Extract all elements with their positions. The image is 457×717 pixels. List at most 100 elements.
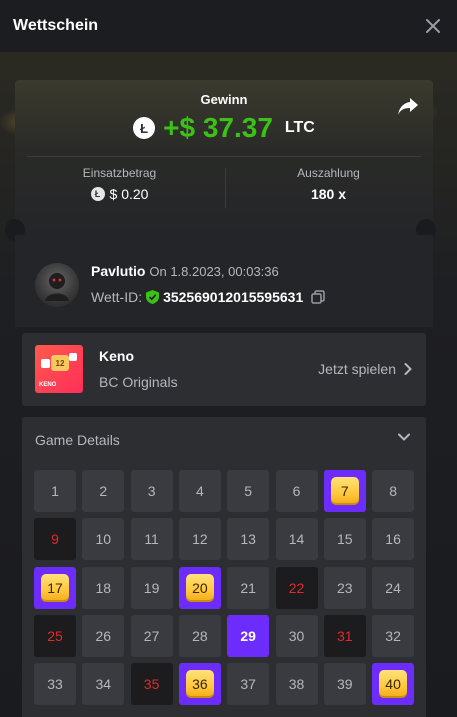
keno-cell-40: 40 (372, 663, 415, 706)
keno-cell-26: 26 (82, 614, 125, 657)
keno-cell-39: 39 (323, 663, 366, 706)
keno-cell-number: 24 (385, 579, 401, 596)
thumb-label: KENO (39, 382, 57, 388)
keno-cell-number: 22 (288, 579, 305, 596)
bet-datetime: On 1.8.2023, 00:03:36 (149, 264, 279, 279)
keno-cell-10: 10 (82, 518, 125, 561)
keno-cell-number: 20 (185, 573, 214, 602)
keno-cell-number: 6 (292, 483, 301, 499)
bet-id-line: Wett-ID: 352569012015595631 (91, 289, 325, 305)
win-summary-card: Gewinn Ł +$ 37.37 LTC Einsatzbetrag Ł $ … (15, 80, 433, 235)
keno-cell-14: 14 (275, 518, 318, 561)
keno-thumbnail: 12 KENO (35, 345, 83, 393)
stake-value-row: Ł $ 0.20 (15, 186, 224, 202)
keno-cell-31: 31 (323, 614, 366, 657)
chevron-down-icon[interactable] (396, 429, 412, 445)
keno-cell-36: 36 (178, 663, 221, 706)
keno-cell-number: 31 (337, 627, 353, 644)
avatar[interactable] (35, 263, 79, 307)
keno-cell-38: 38 (275, 663, 318, 706)
keno-cell-27: 27 (130, 614, 173, 657)
keno-cell-30: 30 (275, 614, 318, 657)
keno-cell-number: 21 (240, 579, 256, 596)
keno-cell-number: 34 (95, 676, 112, 693)
thumb-number: 12 (51, 355, 69, 371)
keno-cell-32: 32 (372, 614, 415, 657)
keno-cell-8: 8 (372, 470, 415, 512)
game-details-title: Game Details (35, 432, 120, 448)
keno-cell-number: 18 (95, 579, 112, 596)
keno-cell-number: 30 (288, 627, 305, 644)
keno-cell-23: 23 (323, 566, 366, 609)
keno-cell-35: 35 (130, 663, 173, 706)
keno-cell-6: 6 (275, 470, 318, 512)
win-row: Ł +$ 37.37 LTC (15, 112, 433, 144)
keno-cell-22: 22 (275, 566, 318, 609)
keno-cell-number: 10 (95, 531, 112, 548)
stake-block: Einsatzbetrag Ł $ 0.20 (15, 166, 224, 202)
keno-cell-number: 2 (99, 483, 108, 499)
game-provider: BC Originals (99, 374, 178, 390)
keno-cell-20: 20 (178, 566, 221, 609)
keno-cell-29: 29 (227, 614, 270, 657)
keno-cell-12: 12 (178, 518, 221, 561)
keno-cell-18: 18 (82, 566, 125, 609)
keno-cell-37: 37 (227, 663, 270, 706)
keno-cell-number: 25 (47, 627, 63, 644)
keno-cell-number: 23 (337, 579, 353, 596)
share-icon[interactable] (397, 96, 419, 116)
keno-cell-number: 29 (240, 627, 256, 644)
keno-cell-16: 16 (372, 518, 415, 561)
keno-cell-number: 16 (385, 531, 401, 548)
play-now-link[interactable]: Jetzt spielen (318, 361, 412, 377)
user-name[interactable]: Pavlutio (91, 263, 145, 279)
stake-value: $ 0.20 (109, 186, 149, 202)
keno-cell-7: 7 (323, 470, 366, 512)
keno-cell-number: 3 (147, 483, 156, 499)
keno-cell-1: 1 (34, 470, 76, 512)
keno-cell-33: 33 (34, 663, 76, 706)
game-details-panel: Game Details 1 2 3 4 5 6 7 8 9 10 11 12 13 14 15 16 17 18… (22, 417, 426, 717)
keno-cell-11: 11 (130, 518, 173, 561)
win-currency: LTC (284, 119, 315, 136)
thumb-dot (41, 359, 50, 368)
shield-check-icon (146, 290, 160, 304)
keno-cell-number: 13 (240, 531, 256, 548)
payout-value: 180 x (310, 186, 347, 202)
keno-cell-number: 15 (337, 531, 353, 548)
keno-cell-9: 9 (34, 518, 76, 561)
modal-header: Wettschein (0, 0, 457, 52)
keno-cell-number: 9 (51, 531, 59, 548)
bet-id-label: Wett-ID: (91, 289, 143, 305)
keno-cell-2: 2 (82, 470, 125, 512)
game-card[interactable]: 12 KENO Keno BC Originals Jetzt spielen (22, 333, 426, 406)
keno-cell-3: 3 (130, 470, 173, 512)
keno-cell-number: 19 (143, 579, 160, 596)
keno-cell-number: 4 (195, 483, 204, 499)
keno-cell-number: 12 (192, 531, 208, 548)
keno-cell-number: 5 (244, 483, 253, 499)
ltc-coin-icon: Ł (133, 117, 156, 139)
keno-cell-number: 28 (192, 627, 208, 644)
modal-title: Wettschein (13, 17, 99, 34)
win-amount: +$ 37.37 (163, 112, 273, 143)
keno-cell-17: 17 (34, 566, 76, 609)
keno-cell-number: 26 (95, 627, 112, 644)
keno-cell-number: 35 (143, 676, 160, 693)
close-icon[interactable] (421, 14, 445, 38)
keno-cell-4: 4 (178, 470, 221, 512)
keno-cell-number: 33 (47, 676, 63, 693)
user-line: Pavlutio On 1.8.2023, 00:03:36 (91, 263, 279, 279)
keno-cell-21: 21 (227, 566, 270, 609)
payout-block: Auszahlung 180 x (224, 166, 433, 202)
card-divider (27, 156, 421, 157)
chevron-right-icon (404, 363, 412, 375)
play-now-label: Jetzt spielen (318, 361, 396, 377)
keno-cell-number: 32 (385, 627, 401, 644)
copy-icon[interactable] (311, 290, 325, 304)
keno-cell-19: 19 (130, 566, 173, 609)
keno-cell-24: 24 (372, 566, 415, 609)
keno-cell-number: 14 (288, 531, 305, 548)
keno-cell-34: 34 (82, 663, 125, 706)
ltc-coin-icon: Ł (90, 187, 105, 201)
